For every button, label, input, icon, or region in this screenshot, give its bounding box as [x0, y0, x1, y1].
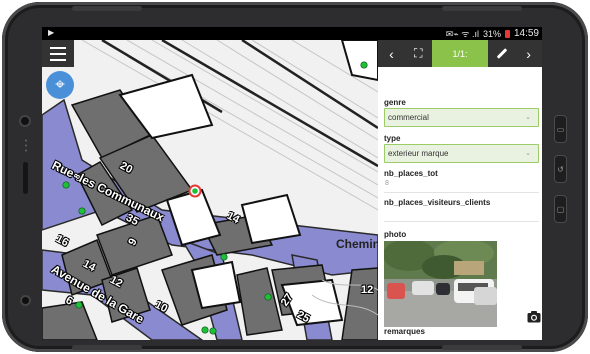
screen: ▶ ✉⌁ ᯤ .ıl 31% 14:59 ⌖ Rue des Communaux… [42, 27, 542, 340]
remarques-label: remarques [384, 327, 425, 336]
gps-locate-icon[interactable]: ⌖ [46, 71, 74, 99]
signal-icons: ✉⌁ ᯤ .ıl [445, 29, 479, 39]
house-number: 12 [361, 284, 374, 296]
sensor [20, 295, 31, 306]
bumper [442, 6, 522, 11]
status-icons: ✉⌁ ᯤ .ıl 31% 14:59 [446, 27, 539, 40]
hardware-keys: ▭ ↺ ▢ [554, 115, 567, 235]
attribute-form: genre commercial ⌄ type exterieur marque… [384, 98, 539, 240]
back-key[interactable]: ↺ [554, 155, 567, 183]
bumper [72, 345, 142, 350]
form-toolbar: ‹ ⛶ 1/1: › [378, 40, 542, 67]
fullscreen-icon[interactable]: ⛶ [405, 40, 432, 67]
sensor-dots: • • • [24, 138, 28, 155]
genre-select[interactable]: commercial ⌄ [384, 108, 539, 127]
type-select[interactable]: exterieur marque ⌄ [384, 144, 539, 163]
bumper [72, 6, 142, 11]
menu-key[interactable]: ▢ [554, 195, 567, 223]
front-camera [19, 115, 31, 127]
speaker-slot [23, 162, 28, 194]
street-label-chemin: Chemin [336, 237, 378, 251]
map-view[interactable]: ⌖ Rue des Communaux Avenue de la Gare Ch… [42, 40, 378, 340]
parking-photo [384, 241, 497, 327]
photo-label: photo [384, 230, 407, 239]
edit-pencil-icon[interactable] [488, 40, 515, 67]
photo-thumbnail[interactable] [384, 241, 497, 327]
page-indicator: 1/1: [431, 40, 489, 67]
status-bar: ▶ ✉⌁ ᯤ .ıl 31% 14:59 [42, 27, 542, 40]
feature-form-panel: ‹ ⛶ 1/1: › genre commercial ⌄ type exter… [378, 40, 542, 340]
dropdown-caret-icon: ⌄ [525, 150, 531, 157]
battery-icon [504, 29, 510, 38]
nb-places-tot-field[interactable]: 8 [384, 179, 539, 193]
recent-apps-key[interactable]: ▭ [554, 115, 567, 143]
battery-percent: 31% [482, 28, 501, 39]
dropdown-caret-icon: ⌄ [525, 114, 531, 121]
nb-places-visiteurs-clients-field[interactable] [384, 208, 539, 222]
nb-places-visiteurs-clients-label: nb_places_visiteurs_clients [384, 198, 491, 207]
genre-label: genre [384, 98, 406, 107]
next-chevron-icon[interactable]: › [515, 40, 542, 67]
bumper [442, 345, 522, 350]
type-label: type [384, 134, 401, 143]
menu-icon[interactable] [50, 47, 66, 61]
notification-icon: ▶ [48, 28, 55, 37]
clock: 14:59 [513, 28, 539, 39]
nb-places-tot-label: nb_places_tot [384, 169, 438, 178]
type-value: exterieur marque [388, 149, 449, 158]
camera-icon[interactable] [527, 310, 541, 323]
genre-value: commercial [388, 113, 429, 122]
previous-chevron-icon[interactable]: ‹ [378, 40, 405, 67]
